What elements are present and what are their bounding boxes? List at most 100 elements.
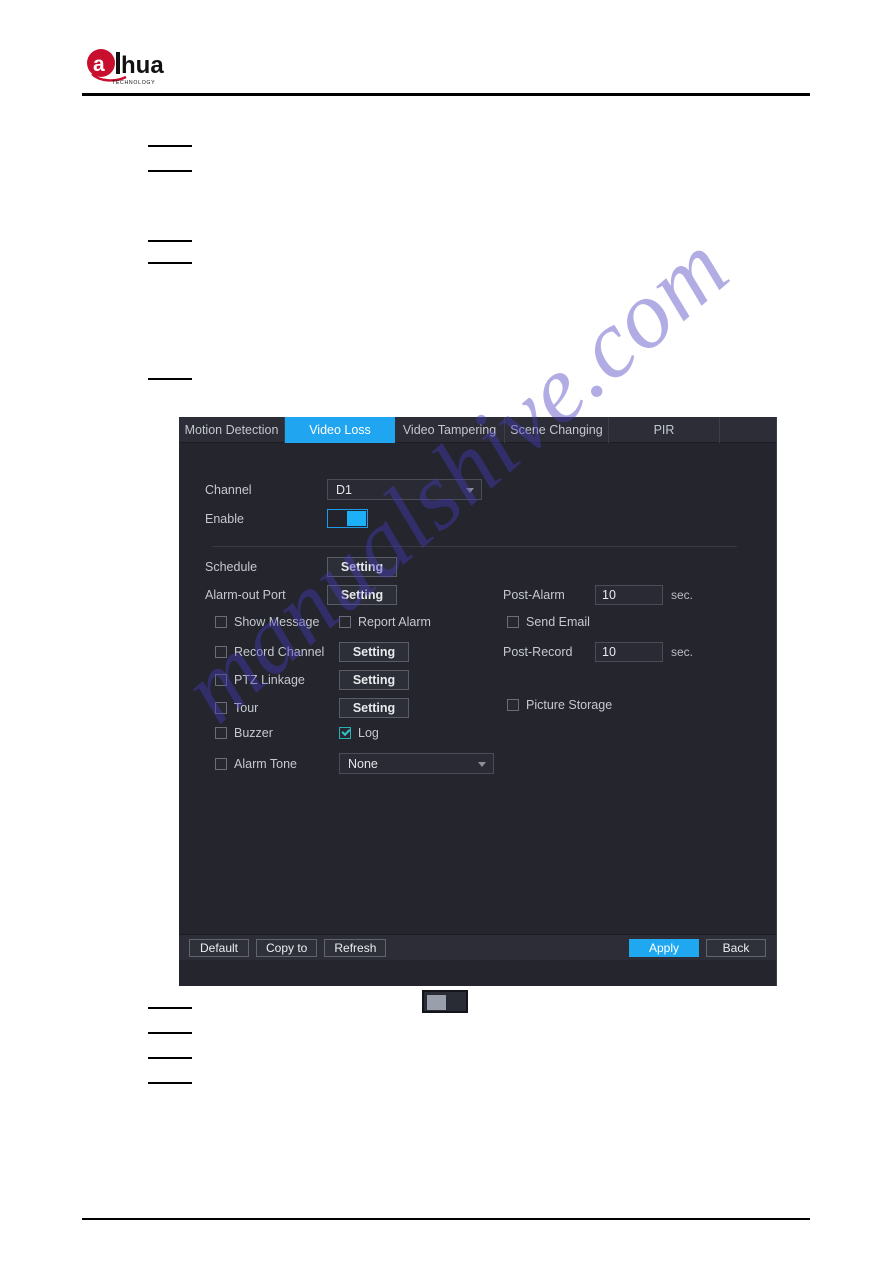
svg-text:hua: hua: [121, 52, 164, 79]
post-record-row: Post-Record 10 sec.: [503, 642, 693, 662]
button-label: Setting: [352, 701, 396, 715]
record-channel-checkbox[interactable]: [215, 646, 227, 658]
toggle-knob: [347, 511, 366, 526]
inline-toggle-off-icon: [422, 990, 468, 1013]
log-checkbox[interactable]: [339, 727, 351, 739]
tab-label: Video Tampering: [402, 423, 497, 437]
post-alarm-unit: sec.: [671, 588, 694, 602]
button-label: Back: [722, 940, 750, 955]
dahua-logo: a hua TECHNOLOGY: [86, 46, 190, 88]
alarm-out-setting-button[interactable]: Setting: [327, 585, 397, 605]
picture-storage-label: Picture Storage: [526, 698, 613, 712]
video-loss-settings-dialog: Motion Detection Video Loss Video Tamper…: [179, 417, 777, 986]
chevron-down-icon: [466, 487, 474, 493]
post-record-input[interactable]: 10: [595, 642, 663, 662]
post-alarm-label: Post-Alarm: [503, 588, 565, 602]
redacted-text-line: [148, 145, 192, 147]
button-label: Setting: [352, 673, 396, 687]
picture-storage-checkbox[interactable]: [507, 699, 519, 711]
redacted-text-line: [148, 1007, 192, 1009]
header-divider-rule: [82, 93, 810, 96]
schedule-setting-button[interactable]: Setting: [327, 557, 397, 577]
ptz-linkage-row: PTZ Linkage Setting: [215, 670, 409, 690]
button-label: Setting: [352, 645, 396, 659]
channel-label: Channel: [205, 482, 252, 497]
dialog-body: Channel D1 Enable Schedule Setting Alarm…: [179, 443, 776, 960]
tab-video-tampering[interactable]: Video Tampering: [395, 417, 505, 443]
tour-label: Tour: [234, 701, 259, 715]
schedule-row: Schedule Setting: [205, 557, 397, 577]
schedule-label: Schedule: [205, 560, 258, 574]
footer-divider-rule: [82, 1218, 810, 1220]
buzzer-checkbox[interactable]: [215, 727, 227, 739]
report-alarm-checkbox[interactable]: [339, 616, 351, 628]
ptz-linkage-checkbox[interactable]: [215, 674, 227, 686]
tab-pir[interactable]: PIR: [609, 417, 720, 443]
redacted-text-line: [148, 170, 192, 172]
send-email-checkbox[interactable]: [507, 616, 519, 628]
button-label: Refresh: [334, 940, 377, 955]
post-record-label: Post-Record: [503, 645, 573, 659]
tab-bar-filler: [720, 417, 776, 443]
report-alarm-checkbox-row[interactable]: Report Alarm: [339, 615, 431, 629]
redacted-text-line: [148, 240, 192, 242]
post-record-value: 10: [602, 645, 616, 659]
send-email-label: Send Email: [526, 615, 590, 629]
tab-label: Scene Changing: [510, 423, 603, 437]
post-record-unit: sec.: [671, 645, 694, 659]
redacted-text-line: [148, 378, 192, 380]
tab-video-loss[interactable]: Video Loss: [285, 417, 395, 443]
tab-label: PIR: [653, 423, 675, 437]
refresh-button[interactable]: Refresh: [324, 938, 387, 957]
record-channel-setting-button[interactable]: Setting: [339, 642, 409, 662]
redacted-text-line: [148, 1032, 192, 1034]
show-message-checkbox[interactable]: [215, 616, 227, 628]
apply-button[interactable]: Apply: [629, 938, 699, 957]
tab-motion-detection[interactable]: Motion Detection: [179, 417, 285, 443]
post-alarm-input[interactable]: 10: [595, 585, 663, 605]
channel-select[interactable]: D1: [327, 479, 482, 500]
redacted-text-line: [148, 1082, 192, 1084]
enable-row: Enable: [205, 509, 368, 528]
page-header: a hua TECHNOLOGY: [82, 44, 810, 96]
back-button[interactable]: Back: [706, 938, 766, 957]
copy-to-button[interactable]: Copy to: [256, 938, 318, 957]
report-alarm-label: Report Alarm: [358, 615, 431, 629]
redacted-text-line: [148, 262, 192, 264]
log-row[interactable]: Log: [339, 726, 379, 740]
default-button[interactable]: Default: [189, 938, 249, 957]
buzzer-row[interactable]: Buzzer: [215, 726, 273, 740]
button-label: Apply: [648, 940, 680, 955]
redacted-text-line: [148, 1057, 192, 1059]
alarm-tone-select[interactable]: None: [339, 753, 494, 774]
channel-row: Channel D1: [205, 479, 482, 500]
button-label: Setting: [340, 560, 384, 574]
tab-scene-changing[interactable]: Scene Changing: [505, 417, 609, 443]
show-message-checkbox-row[interactable]: Show Message: [215, 615, 319, 629]
alarm-out-port-label: Alarm-out Port: [205, 588, 286, 602]
tour-setting-button[interactable]: Setting: [339, 698, 409, 718]
enable-label: Enable: [205, 511, 244, 526]
channel-select-value: D1: [336, 482, 352, 497]
dialog-footer-bar: Default Copy to Refresh Apply Back: [179, 934, 776, 960]
tour-checkbox[interactable]: [215, 702, 227, 714]
log-label: Log: [358, 726, 379, 740]
button-label: Setting: [340, 588, 384, 602]
record-channel-label: Record Channel: [234, 645, 325, 659]
buzzer-label: Buzzer: [234, 726, 273, 740]
tab-label: Video Loss: [309, 423, 371, 437]
picture-storage-row[interactable]: Picture Storage: [507, 698, 612, 712]
ptz-linkage-label: PTZ Linkage: [234, 673, 305, 687]
alarm-tone-checkbox[interactable]: [215, 757, 227, 770]
alarm-out-port-row: Alarm-out Port Setting: [205, 585, 397, 605]
svg-text:TECHNOLOGY: TECHNOLOGY: [112, 80, 155, 86]
tab-label: Motion Detection: [184, 423, 279, 437]
button-label: Copy to: [266, 940, 308, 955]
enable-toggle[interactable]: [327, 509, 368, 528]
ptz-linkage-setting-button[interactable]: Setting: [339, 670, 409, 690]
record-channel-row: Record Channel Setting: [215, 642, 409, 662]
send-email-checkbox-row[interactable]: Send Email: [507, 615, 590, 629]
chevron-down-icon: [478, 761, 486, 767]
alarm-tone-row: Alarm Tone None: [215, 753, 494, 774]
post-alarm-value: 10: [602, 588, 616, 602]
